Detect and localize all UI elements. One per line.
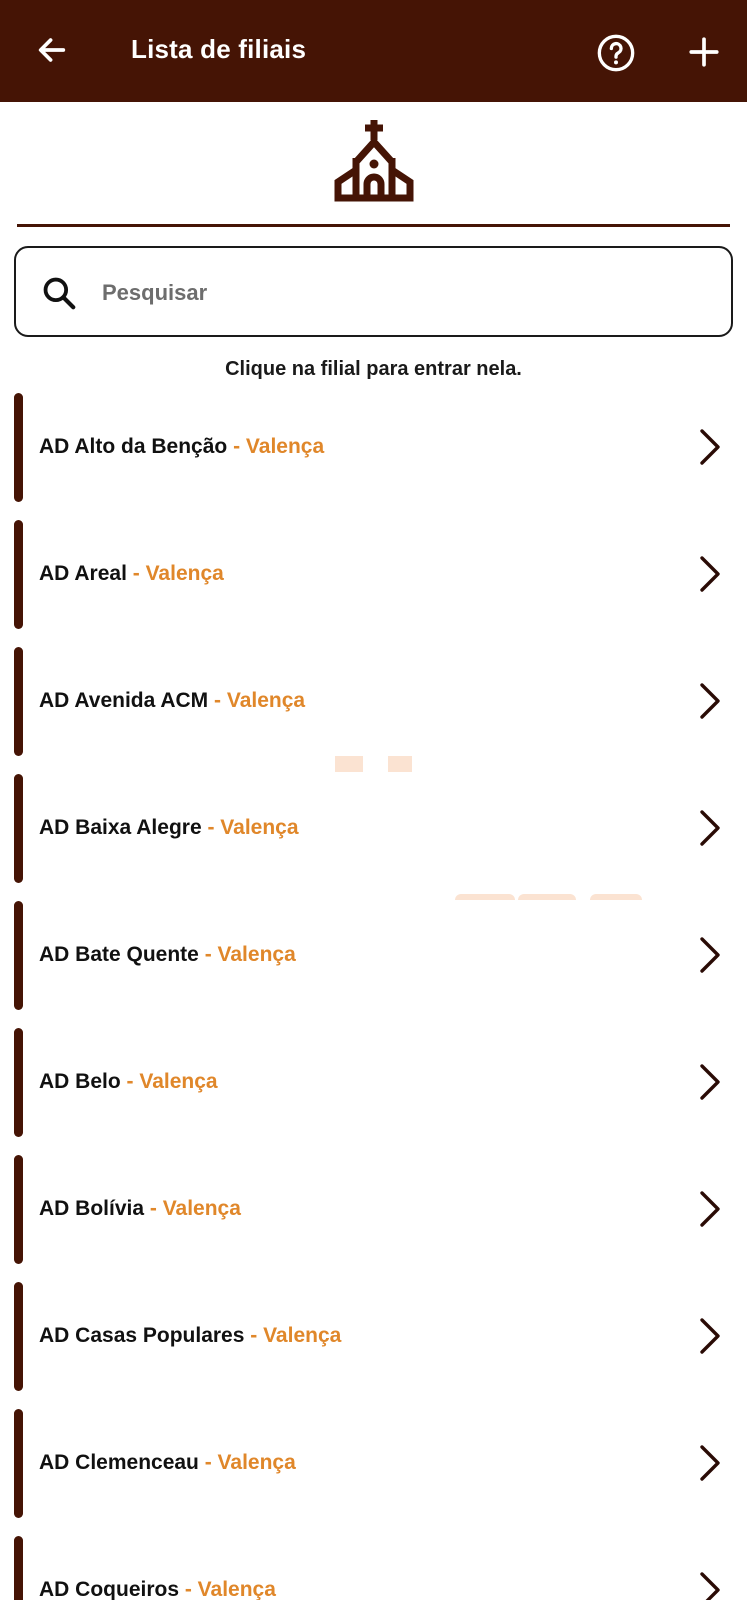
page-title: Lista de filiais	[131, 34, 307, 64]
top-app-bar: Lista de filiais	[0, 0, 747, 102]
branch-label: AD Bate Quente - Valença	[39, 943, 296, 967]
branch-city: - Valença	[198, 1451, 296, 1474]
chevron-right-icon	[700, 1064, 720, 1100]
branch-label: AD Bolívia - Valença	[39, 1197, 241, 1221]
accent-bar	[14, 1155, 23, 1264]
branch-city: - Valença	[227, 435, 325, 458]
branch-name: AD Baixa Alegre	[39, 816, 202, 839]
branch-city: - Valença	[126, 562, 224, 585]
branch-item[interactable]: AD Coqueiros - Valença	[0, 1536, 747, 1600]
branch-name: AD Bate Quente	[39, 943, 199, 966]
accent-bar	[14, 1409, 23, 1518]
help-button[interactable]	[592, 29, 640, 77]
chevron-right-icon	[700, 810, 720, 846]
accent-bar	[14, 647, 23, 756]
branch-item[interactable]: AD Baixa Alegre - Valença	[0, 774, 747, 901]
chevron-right-icon	[700, 937, 720, 973]
chevron-right-icon	[700, 1445, 720, 1481]
header-divider	[17, 224, 730, 227]
branch-list: AD Alto da Benção - Valença AD Areal - V…	[0, 393, 747, 1600]
branch-city: - Valença	[120, 1070, 218, 1093]
search-input[interactable]	[102, 268, 702, 318]
branch-item[interactable]: AD Bolívia - Valença	[0, 1155, 747, 1282]
chevron-right-icon	[700, 1572, 720, 1600]
branch-name: AD Areal	[39, 562, 127, 585]
accent-bar	[14, 393, 23, 502]
accent-bar	[14, 1282, 23, 1391]
branch-label: AD Areal - Valença	[39, 562, 224, 586]
branch-name: AD Alto da Benção	[39, 435, 228, 458]
branch-name: AD Avenida ACM	[39, 689, 209, 712]
branch-name: AD Belo	[39, 1070, 121, 1093]
chevron-right-icon	[700, 429, 720, 465]
branch-name: AD Clemenceau	[39, 1451, 199, 1474]
branch-city: - Valença	[198, 943, 296, 966]
help-circle-icon	[597, 34, 635, 72]
branch-label: AD Baixa Alegre - Valença	[39, 816, 299, 840]
branch-label: AD Belo - Valença	[39, 1070, 218, 1094]
branch-item[interactable]: AD Belo - Valença	[0, 1028, 747, 1155]
branch-city: - Valença	[179, 1578, 276, 1600]
back-button[interactable]	[28, 26, 76, 74]
search-box[interactable]	[14, 246, 733, 337]
chevron-right-icon	[700, 1191, 720, 1227]
search-icon	[43, 277, 76, 310]
branch-name: AD Coqueiros	[39, 1578, 180, 1600]
branch-label: AD Casas Populares - Valença	[39, 1324, 341, 1348]
accent-bar	[14, 774, 23, 883]
branch-label: AD Clemenceau - Valença	[39, 1451, 296, 1475]
branch-item[interactable]: AD Clemenceau - Valença	[0, 1409, 747, 1536]
branch-name: AD Bolívia	[39, 1197, 145, 1220]
accent-bar	[14, 1536, 23, 1600]
app-screen: Lista de filiais Pesquisar Clique na fil…	[0, 0, 747, 1600]
branch-item[interactable]: AD Casas Populares - Valença	[0, 1282, 747, 1409]
branch-name: AD Casas Populares	[39, 1324, 245, 1347]
instruction-text: Clique na filial para entrar nela.	[225, 358, 522, 380]
accent-bar	[14, 901, 23, 1010]
chevron-right-icon	[700, 683, 720, 719]
branch-item[interactable]: AD Alto da Benção - Valença	[0, 393, 747, 520]
chevron-right-icon	[700, 1318, 720, 1354]
branch-item[interactable]: AD Areal - Valença	[0, 520, 747, 647]
branch-label: AD Coqueiros - Valença	[39, 1578, 276, 1600]
add-branch-button[interactable]	[680, 28, 728, 76]
branch-item[interactable]: AD Avenida ACM - Valença	[0, 647, 747, 774]
branch-city: - Valença	[244, 1324, 342, 1347]
chevron-right-icon	[700, 556, 720, 592]
branch-city: - Valença	[208, 689, 306, 712]
branch-item[interactable]: AD Bate Quente - Valença	[0, 901, 747, 1028]
accent-bar	[14, 520, 23, 629]
accent-bar	[14, 1028, 23, 1137]
branch-city: - Valença	[144, 1197, 241, 1220]
branch-city: - Valença	[201, 816, 299, 839]
arrow-left-icon	[38, 38, 66, 62]
church-icon	[334, 118, 414, 202]
plus-icon	[689, 37, 719, 67]
branch-label: AD Avenida ACM - Valença	[39, 689, 305, 713]
branch-label: AD Alto da Benção - Valença	[39, 435, 324, 459]
